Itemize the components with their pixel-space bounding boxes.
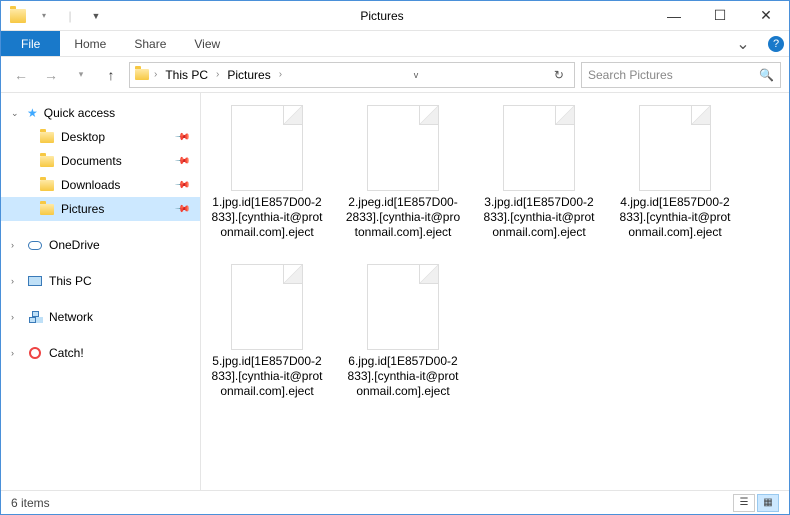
search-icon[interactable]: 🔍 — [759, 68, 774, 82]
window-controls: — ☐ ✕ — [651, 1, 789, 31]
sidebar-item-network[interactable]: › Network — [1, 305, 200, 329]
refresh-icon[interactable]: ↻ — [548, 68, 570, 82]
file-thumbnail-icon — [231, 105, 303, 191]
sidebar-item-label: Network — [49, 310, 93, 324]
sidebar-item-documents[interactable]: Documents 📌 — [1, 149, 200, 173]
chevron-right-icon[interactable]: › — [152, 69, 159, 80]
crumb-this-pc[interactable]: This PC — [161, 68, 212, 82]
icons-view-button[interactable]: ▦ — [757, 494, 779, 512]
window-title: Pictures — [113, 9, 651, 23]
file-tab[interactable]: File — [1, 31, 60, 56]
sidebar-quick-access[interactable]: ⌄ ★ Quick access — [1, 101, 200, 125]
file-name: 4.jpg.id[1E857D00-2833].[cynthia-it@prot… — [617, 195, 733, 240]
folder-icon — [39, 177, 55, 193]
help-icon: ? — [768, 36, 784, 52]
file-thumbnail-icon — [231, 264, 303, 350]
file-item[interactable]: 2.jpeg.id[1E857D00-2833].[cynthia-it@pro… — [345, 105, 461, 240]
sidebar-item-desktop[interactable]: Desktop 📌 — [1, 125, 200, 149]
monitor-icon — [28, 276, 42, 286]
status-bar: 6 items ☰ ▦ — [1, 490, 789, 514]
ribbon-collapse-icon[interactable]: ⌄ — [723, 31, 763, 56]
file-thumbnail-icon — [503, 105, 575, 191]
chevron-right-icon[interactable]: › — [11, 312, 21, 322]
tab-view[interactable]: View — [180, 31, 234, 56]
file-thumbnail-icon — [639, 105, 711, 191]
item-count: 6 items — [11, 496, 50, 510]
file-thumbnail-icon — [367, 264, 439, 350]
minimize-button[interactable]: — — [651, 1, 697, 31]
chevron-right-icon[interactable]: › — [11, 240, 21, 250]
file-name: 2.jpeg.id[1E857D00-2833].[cynthia-it@pro… — [345, 195, 461, 240]
close-button[interactable]: ✕ — [743, 1, 789, 31]
pin-icon: 📌 — [173, 177, 190, 194]
explorer-window: ▾ | ▼ Pictures — ☐ ✕ File Home Share Vie… — [0, 0, 790, 515]
network-icon — [29, 311, 41, 323]
sidebar-item-label: Quick access — [44, 106, 115, 120]
sidebar-item-onedrive[interactable]: › OneDrive — [1, 233, 200, 257]
details-view-button[interactable]: ☰ — [733, 494, 755, 512]
folder-icon — [39, 201, 55, 217]
file-name: 5.jpg.id[1E857D00-2833].[cynthia-it@prot… — [209, 354, 325, 399]
recent-dropdown-icon[interactable]: ▾ — [69, 63, 93, 87]
file-item[interactable]: 4.jpg.id[1E857D00-2833].[cynthia-it@prot… — [617, 105, 733, 240]
chevron-right-icon[interactable]: › — [11, 348, 21, 358]
quick-access-toolbar: ▾ | ▼ — [1, 5, 113, 27]
sidebar-item-label: OneDrive — [49, 238, 100, 252]
pin-icon: 📌 — [173, 129, 190, 146]
sidebar-item-pictures[interactable]: Pictures 📌 — [1, 197, 200, 221]
search-input[interactable]: Search Pictures 🔍 — [581, 62, 781, 88]
qat-dropdown-icon[interactable]: ▾ — [33, 5, 55, 27]
maximize-button[interactable]: ☐ — [697, 1, 743, 31]
file-name: 1.jpg.id[1E857D00-2833].[cynthia-it@prot… — [209, 195, 325, 240]
address-bar: ← → ▾ ↑ › This PC › Pictures › v ↻ Searc… — [1, 57, 789, 93]
file-item[interactable]: 5.jpg.id[1E857D00-2833].[cynthia-it@prot… — [209, 264, 325, 399]
folder-icon — [39, 153, 55, 169]
star-icon: ★ — [27, 106, 38, 120]
body: ⌄ ★ Quick access Desktop📌Documents📌Downl… — [1, 93, 789, 490]
folder-app-icon — [7, 5, 29, 27]
folder-icon — [134, 67, 150, 83]
navigation-pane: ⌄ ★ Quick access Desktop📌Documents📌Downl… — [1, 93, 201, 490]
chevron-right-icon[interactable]: › — [214, 69, 221, 80]
up-button[interactable]: ↑ — [99, 63, 123, 87]
sidebar-item-catch-[interactable]: › Catch! — [1, 341, 200, 365]
sidebar-item-label: Pictures — [61, 202, 104, 216]
qat-overflow-icon[interactable]: ▼ — [85, 5, 107, 27]
file-name: 6.jpg.id[1E857D00-2833].[cynthia-it@prot… — [345, 354, 461, 399]
pin-icon: 📌 — [173, 201, 190, 218]
file-item[interactable]: 1.jpg.id[1E857D00-2833].[cynthia-it@prot… — [209, 105, 325, 240]
back-button[interactable]: ← — [9, 63, 33, 87]
tab-share[interactable]: Share — [120, 31, 180, 56]
file-name: 3.jpg.id[1E857D00-2833].[cynthia-it@prot… — [481, 195, 597, 240]
file-thumbnail-icon — [367, 105, 439, 191]
pin-icon: 📌 — [173, 153, 190, 170]
sidebar-item-label: Desktop — [61, 130, 105, 144]
file-item[interactable]: 6.jpg.id[1E857D00-2833].[cynthia-it@prot… — [345, 264, 461, 399]
sidebar-item-this-pc[interactable]: › This PC — [1, 269, 200, 293]
breadcrumb[interactable]: › This PC › Pictures › v ↻ — [129, 62, 575, 88]
chevron-down-icon[interactable]: ⌄ — [11, 108, 21, 119]
ribbon: File Home Share View ⌄ ? — [1, 31, 789, 57]
file-item[interactable]: 3.jpg.id[1E857D00-2833].[cynthia-it@prot… — [481, 105, 597, 240]
search-placeholder: Search Pictures — [588, 68, 673, 82]
qat-separator: | — [59, 5, 81, 27]
tab-home[interactable]: Home — [60, 31, 120, 56]
sidebar-item-label: Documents — [61, 154, 122, 168]
forward-button[interactable]: → — [39, 63, 63, 87]
sidebar-item-downloads[interactable]: Downloads 📌 — [1, 173, 200, 197]
help-button[interactable]: ? — [763, 31, 789, 56]
sidebar-item-label: Downloads — [61, 178, 120, 192]
folder-icon — [39, 129, 55, 145]
titlebar: ▾ | ▼ Pictures — ☐ ✕ — [1, 1, 789, 31]
chevron-right-icon[interactable]: › — [277, 69, 284, 80]
sidebar-item-label: Catch! — [49, 346, 84, 360]
dropdown-icon[interactable]: v — [408, 70, 425, 80]
chevron-right-icon[interactable]: › — [11, 276, 21, 286]
crumb-pictures[interactable]: Pictures — [223, 68, 274, 82]
sidebar-item-label: This PC — [49, 274, 92, 288]
disc-icon — [29, 347, 41, 359]
file-list[interactable]: 1.jpg.id[1E857D00-2833].[cynthia-it@prot… — [201, 93, 789, 490]
cloud-icon — [28, 241, 42, 250]
